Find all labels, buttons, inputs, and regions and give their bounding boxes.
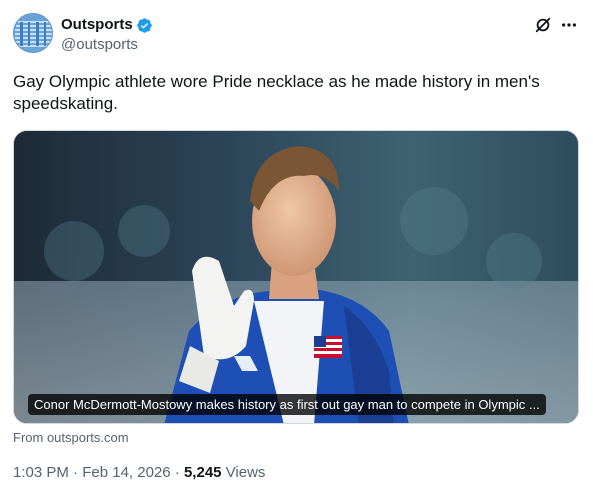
tweet-text: Gay Olympic athlete wore Pride necklace … [13, 72, 540, 113]
author-handle[interactable]: @outsports [61, 36, 138, 54]
more-icon[interactable] [560, 16, 578, 34]
tweet-metadata: 1:03 PM · Feb 14, 2026 · 5,245 Views [13, 464, 265, 482]
views-label: Views [225, 464, 266, 481]
meta-separator: · [73, 464, 79, 481]
outsports-logo-avatar-icon [14, 14, 52, 52]
media-caption: Conor McDermott-Mostowy makes history as… [28, 394, 546, 415]
author-display-name[interactable]: Outsports [61, 16, 133, 34]
tweet-time[interactable]: 1:03 PM [13, 464, 69, 481]
tweet-date[interactable]: Feb 14, 2026 [82, 464, 170, 481]
link-card-media[interactable]: Conor McDermott-Mostowy makes history as… [13, 130, 579, 424]
views-count[interactable]: 5,245 [184, 464, 222, 481]
meta-separator: · [174, 464, 180, 481]
grok-icon[interactable] [534, 16, 552, 34]
link-source[interactable]: From outsports.com [13, 430, 129, 446]
verified-badge-icon [136, 17, 152, 33]
athlete-photo [14, 131, 578, 423]
tweet-card[interactable]: Outsports @outsports Gay Olympic athlete… [0, 0, 593, 495]
author-name-row[interactable]: Outsports [61, 16, 153, 34]
author-avatar[interactable] [13, 13, 53, 53]
